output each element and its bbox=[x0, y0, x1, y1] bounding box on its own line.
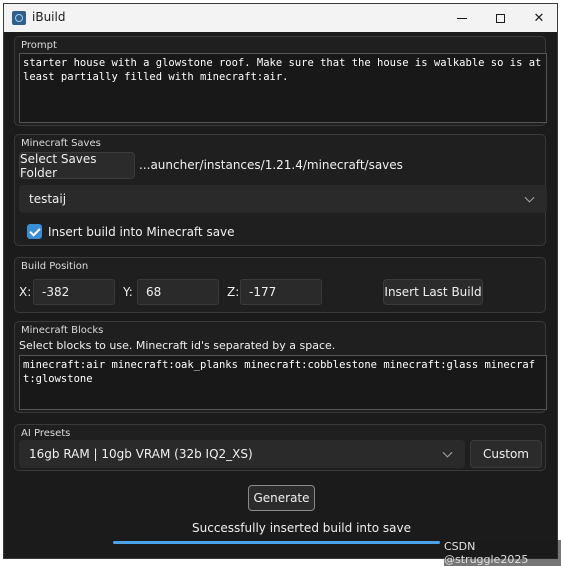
ai-presets-section: AI Presets 16gb RAM | 10gb VRAM (32b IQ2… bbox=[14, 424, 546, 471]
build-position-section: Build Position X: -382 Y: 68 Z: -177 Ins… bbox=[14, 257, 546, 313]
close-icon: ✕ bbox=[533, 10, 545, 26]
generate-button[interactable]: Generate bbox=[248, 485, 315, 511]
z-label: Z: bbox=[227, 285, 240, 299]
build-position-label: Build Position bbox=[21, 261, 89, 272]
blocks-textarea[interactable]: minecraft:air minecraft:oak_planks minec… bbox=[19, 355, 547, 410]
y-input[interactable]: 68 bbox=[137, 279, 219, 305]
world-select-value: testaij bbox=[29, 192, 67, 206]
progress-bar-fill bbox=[113, 541, 440, 544]
z-input[interactable]: -177 bbox=[240, 279, 322, 305]
progress-bar bbox=[113, 541, 440, 544]
insert-build-label: Insert build into Minecraft save bbox=[48, 225, 235, 239]
insert-build-checkbox[interactable] bbox=[27, 224, 42, 239]
saves-label: Minecraft Saves bbox=[21, 138, 101, 149]
select-saves-folder-button[interactable]: Select Saves Folder bbox=[19, 152, 135, 180]
y-label: Y: bbox=[123, 285, 133, 299]
ai-preset-select-value: 16gb RAM | 10gb VRAM (32b IQ2_XS) bbox=[29, 447, 253, 461]
app-logo-icon bbox=[12, 11, 26, 25]
world-select[interactable]: testaij bbox=[19, 185, 547, 213]
custom-preset-button[interactable]: Custom bbox=[470, 440, 542, 468]
blocks-instructions: Select blocks to use. Minecraft id's sep… bbox=[19, 339, 336, 352]
status-text: Successfully inserted build into save bbox=[192, 521, 411, 535]
saves-path: ...auncher/instances/1.21.4/minecraft/sa… bbox=[139, 158, 403, 172]
app-window: iBuild ✕ Prompt starter house with a glo… bbox=[3, 3, 558, 559]
prompt-textarea[interactable]: starter house with a glowstone roof. Mak… bbox=[19, 53, 547, 123]
maximize-icon bbox=[495, 13, 505, 23]
blocks-section: Minecraft Blocks Select blocks to use. M… bbox=[14, 321, 547, 413]
prompt-section: Prompt starter house with a glowstone ro… bbox=[14, 36, 547, 126]
x-label: X: bbox=[19, 285, 32, 299]
watermark-text: CSDN @struggle2025 bbox=[444, 540, 561, 566]
maximize-button[interactable] bbox=[481, 4, 519, 32]
x-input[interactable]: -382 bbox=[33, 279, 115, 305]
chevron-down-icon bbox=[524, 192, 535, 203]
window-title: iBuild bbox=[32, 10, 66, 24]
ai-preset-select[interactable]: 16gb RAM | 10gb VRAM (32b IQ2_XS) bbox=[19, 440, 465, 468]
prompt-label: Prompt bbox=[21, 40, 57, 51]
ai-presets-label: AI Presets bbox=[21, 428, 71, 439]
blocks-label: Minecraft Blocks bbox=[21, 325, 104, 336]
insert-last-build-button[interactable]: Insert Last Build bbox=[383, 279, 483, 305]
saves-section: Minecraft Saves Select Saves Folder ...a… bbox=[14, 134, 547, 246]
chevron-down-icon bbox=[442, 447, 453, 458]
close-button[interactable]: ✕ bbox=[520, 4, 557, 32]
minimize-icon bbox=[457, 17, 467, 19]
title-bar: iBuild ✕ bbox=[4, 4, 557, 32]
minimize-button[interactable] bbox=[443, 4, 481, 32]
